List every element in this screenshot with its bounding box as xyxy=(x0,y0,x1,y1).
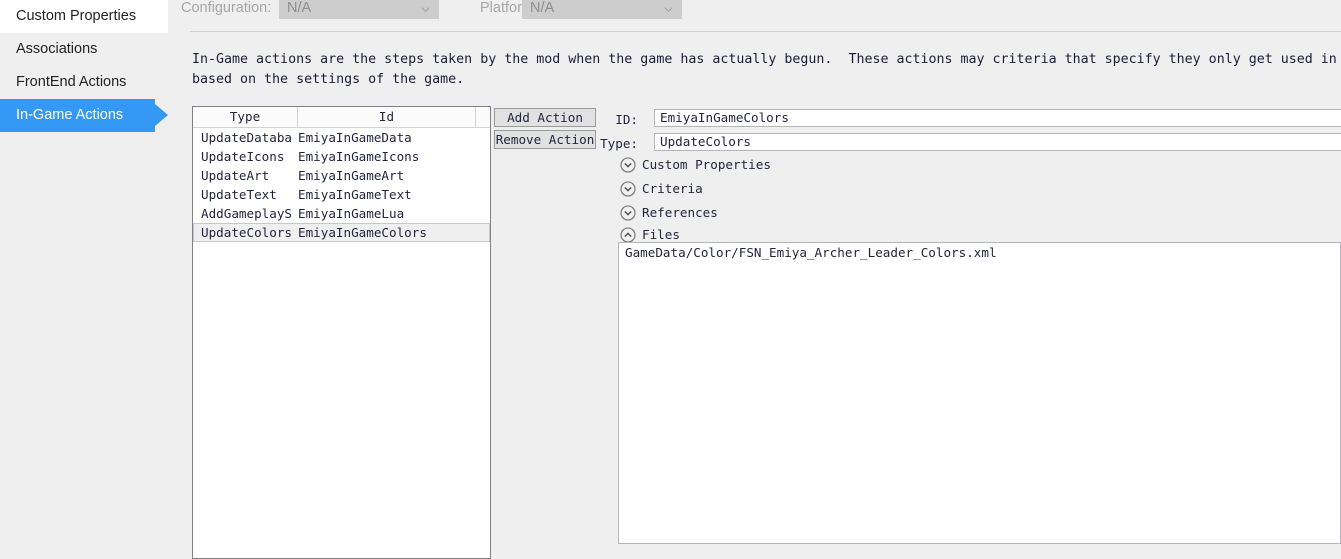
column-header-id[interactable]: Id xyxy=(298,107,476,127)
configuration-label: Configuration: xyxy=(181,0,272,16)
section-label: References xyxy=(642,205,718,220)
chevron-down-circle-icon[interactable] xyxy=(620,157,636,173)
section-label: Criteria xyxy=(642,181,703,196)
sidebar-item-in-game-actions[interactable]: In-Game Actions xyxy=(0,99,168,132)
chevron-down-circle-icon[interactable] xyxy=(620,205,636,221)
section-label: Custom Properties xyxy=(642,157,771,172)
sidebar-item-label: FrontEnd Actions xyxy=(16,74,127,90)
table-row[interactable]: UpdateDatabase EmiyaInGameData xyxy=(193,128,490,147)
chevron-up-circle-icon[interactable] xyxy=(620,227,636,243)
chevron-down-circle-icon[interactable] xyxy=(620,181,636,197)
cell-type: UpdateText xyxy=(201,187,277,202)
cell-id: EmiyaInGameLua xyxy=(298,206,405,221)
table-row[interactable]: UpdateText EmiyaInGameText xyxy=(193,185,490,204)
cell-type: AddGameplayScri xyxy=(201,206,293,221)
sidebar-item-label: Associations xyxy=(16,41,98,57)
header-divider xyxy=(190,31,1341,32)
cell-id: EmiyaInGameIcons xyxy=(298,149,420,164)
chevron-down-icon xyxy=(664,5,673,14)
id-field[interactable]: EmiyaInGameColors xyxy=(654,109,1341,127)
configuration-value: N/A xyxy=(287,0,312,16)
sidebar-item-label: In-Game Actions xyxy=(16,107,124,123)
sidebar-item-custom-properties[interactable]: Custom Properties xyxy=(0,0,168,33)
table-row[interactable]: AddGameplayScri EmiyaInGameLua xyxy=(193,204,490,223)
sidebar-item-frontend-actions[interactable]: FrontEnd Actions xyxy=(0,66,176,99)
app-window: Custom Properties Associations FrontEnd … xyxy=(0,0,1341,559)
sidebar-item-associations[interactable]: Associations xyxy=(0,33,176,66)
table-row-selected[interactable]: UpdateColors EmiyaInGameColors xyxy=(193,223,490,242)
description-text: In-Game actions are the steps taken by t… xyxy=(192,50,1341,90)
files-list[interactable]: GameData/Color/FSN_Emiya_Archer_Leader_C… xyxy=(618,242,1341,544)
type-field[interactable]: UpdateColors xyxy=(654,133,1341,151)
sidebar-item-label: Custom Properties xyxy=(16,8,137,24)
cell-type: UpdateArt xyxy=(201,168,270,183)
type-label: Type: xyxy=(600,136,638,151)
cell-id: EmiyaInGameText xyxy=(298,187,412,202)
configuration-dropdown[interactable]: N/A xyxy=(279,0,439,19)
id-label: ID: xyxy=(615,112,638,127)
cell-id: EmiyaInGameData xyxy=(298,130,412,145)
cell-type: UpdateColors xyxy=(201,225,292,240)
sidebar: Custom Properties Associations FrontEnd … xyxy=(0,0,176,559)
column-header-spacer[interactable] xyxy=(476,107,490,127)
cell-id: EmiyaInGameArt xyxy=(298,168,405,183)
cell-type: UpdateDatabase xyxy=(201,130,293,145)
platform-dropdown[interactable]: N/A xyxy=(522,0,682,19)
add-action-button[interactable]: Add Action xyxy=(494,108,596,127)
table-row[interactable]: UpdateIcons EmiyaInGameIcons xyxy=(193,147,490,166)
action-list[interactable]: Type Id UpdateDatabase EmiyaInGameData U… xyxy=(192,106,491,559)
description-line-1: In-Game actions are the steps taken by t… xyxy=(192,52,1337,67)
remove-action-button[interactable]: Remove Action xyxy=(494,130,596,149)
action-list-header: Type Id xyxy=(193,107,490,128)
table-row[interactable]: UpdateArt EmiyaInGameArt xyxy=(193,166,490,185)
chevron-down-icon xyxy=(421,5,430,14)
cell-id: EmiyaInGameColors xyxy=(298,225,427,240)
cell-type: UpdateIcons xyxy=(201,149,285,164)
selection-arrow-icon xyxy=(155,104,168,126)
platform-value: N/A xyxy=(530,0,555,16)
description-line-2: based on the settings of the game. xyxy=(192,72,465,87)
column-header-type[interactable]: Type xyxy=(193,107,298,127)
list-item[interactable]: GameData/Color/FSN_Emiya_Archer_Leader_C… xyxy=(619,243,1340,262)
